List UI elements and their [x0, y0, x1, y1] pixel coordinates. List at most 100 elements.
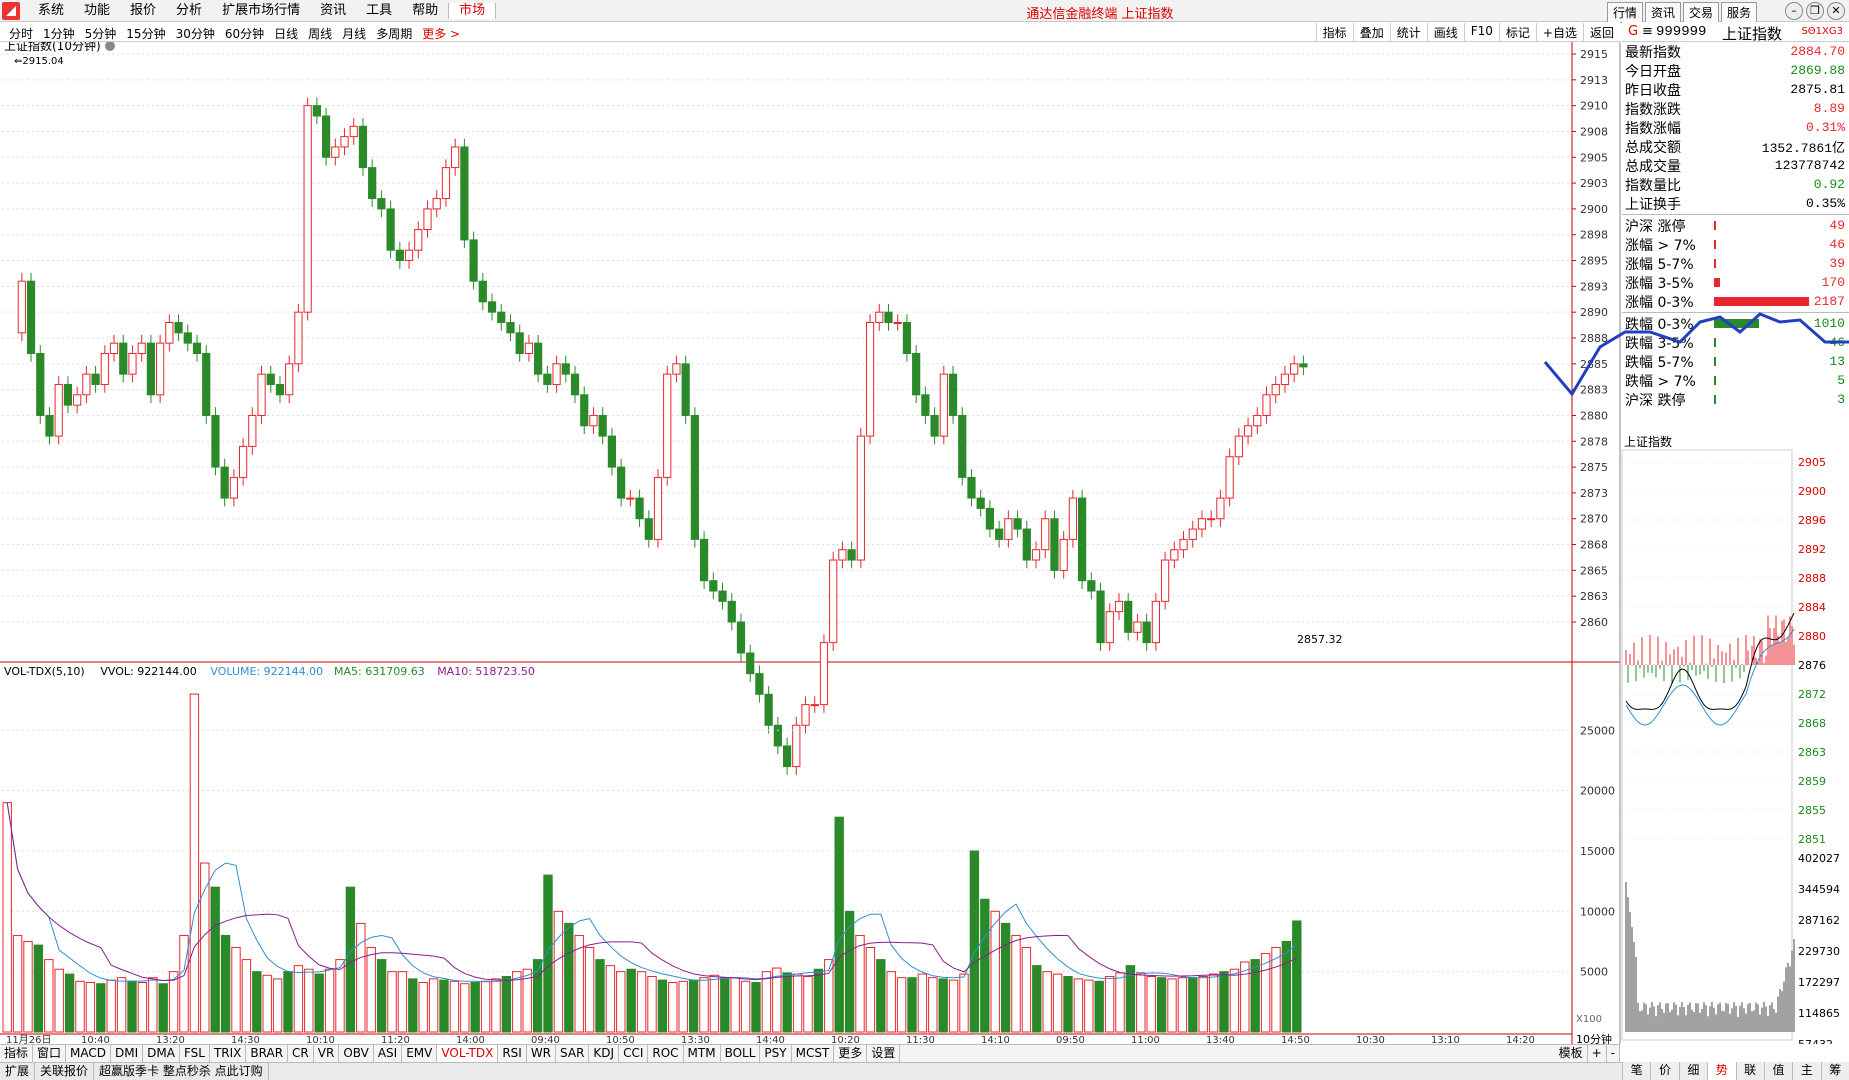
period-tab-8[interactable]: 月线: [337, 25, 371, 42]
right-tab-7[interactable]: 筹: [1820, 1062, 1849, 1080]
indicator-tab-11[interactable]: ASI: [374, 1045, 403, 1062]
period-tab-2[interactable]: 5分钟: [80, 25, 122, 42]
period-tab-7[interactable]: 周线: [303, 25, 337, 42]
template-button-2[interactable]: -: [1607, 1045, 1620, 1062]
indicator-tab-8[interactable]: CR: [288, 1045, 314, 1062]
right-tab-6[interactable]: 主: [1792, 1062, 1820, 1080]
volume-bar: [876, 959, 886, 1033]
period-tabs: 分时 1分钟 5分钟 15分钟 30分钟 60分钟 日线 周线 月线 多周期 更多 >: [4, 25, 465, 42]
volume-bar: [480, 980, 491, 1033]
indicator-tab-3[interactable]: DMI: [111, 1045, 144, 1062]
price-tick-label: 2898: [1580, 229, 1608, 242]
indicator-tab-25[interactable]: 设置: [867, 1045, 901, 1062]
status-item-1[interactable]: 关联报价: [35, 1063, 95, 1080]
volume-bar: [137, 982, 148, 1033]
indicator-tab-17[interactable]: KDJ: [589, 1045, 620, 1062]
volume-tick-label: 15000: [1580, 845, 1615, 858]
minimize-icon[interactable]: –: [1785, 2, 1803, 20]
right-tab-5[interactable]: 值: [1763, 1062, 1792, 1080]
period-toolbar: 分时 1分钟 5分钟 15分钟 30分钟 60分钟 日线 周线 月线 多周期 更多 > 指标 叠加 统计…: [0, 22, 1620, 42]
volume-bar: [449, 980, 460, 1033]
tool-button-3[interactable]: 画线: [1426, 23, 1464, 42]
indicator-tab-19[interactable]: ROC: [648, 1045, 684, 1062]
indicator-tab-7[interactable]: BRAR: [246, 1045, 289, 1062]
period-tab-1[interactable]: 1分钟: [38, 25, 80, 42]
indicator-tab-15[interactable]: WR: [527, 1045, 557, 1062]
candle-body: [386, 208, 395, 251]
indicator-tab-2[interactable]: MACD: [66, 1045, 112, 1062]
time-label: 13:40: [1206, 1035, 1235, 1044]
volume-bar: [1156, 977, 1167, 1033]
mini-price-label: 2859: [1798, 775, 1826, 788]
top-button-0[interactable]: 行情: [1606, 2, 1643, 23]
period-tab-6[interactable]: 日线: [269, 25, 303, 42]
indicator-tab-6[interactable]: TRIX: [210, 1045, 247, 1062]
indicator-tab-22[interactable]: PSY: [760, 1045, 792, 1062]
mini-price-label: 2855: [1798, 804, 1826, 817]
candle-body: [377, 198, 386, 210]
candle-body: [985, 507, 995, 530]
volume-tick-label: 10000: [1580, 905, 1615, 918]
indicator-tab-9[interactable]: VR: [314, 1045, 340, 1062]
indicator-tabs: 指标 窗口 MACD DMI DMA FSL TRIX BRAR CR VR OBV ASI EMV VO…: [0, 1044, 1620, 1062]
restore-icon[interactable]: ❐: [1806, 2, 1824, 20]
candle-body: [137, 342, 146, 354]
volume-bar: [616, 971, 626, 1033]
tool-button-2[interactable]: 统计: [1389, 23, 1427, 42]
right-tab-1[interactable]: 价: [1650, 1062, 1678, 1080]
period-tab-0[interactable]: 分时: [4, 25, 38, 42]
candle-body: [487, 301, 497, 313]
template-button-1[interactable]: +: [1588, 1045, 1607, 1062]
tool-button-4[interactable]: F10: [1463, 23, 1499, 42]
right-tab-4[interactable]: 联: [1735, 1062, 1764, 1080]
indicator-tab-5[interactable]: FSL: [180, 1045, 210, 1062]
template-button-0[interactable]: 模板: [1555, 1045, 1588, 1062]
period-tab-3[interactable]: 15分钟: [121, 25, 170, 42]
period-tab-5[interactable]: 60分钟: [220, 25, 269, 42]
volume-header-2: VOLUME: 922144.00: [210, 665, 323, 678]
top-button-1[interactable]: 资讯: [1644, 2, 1681, 23]
top-button-2[interactable]: 交易: [1682, 2, 1719, 23]
indicator-tab-4[interactable]: DMA: [143, 1045, 180, 1062]
status-item-2[interactable]: 超赢版季卡 整点秒杀 点此订购: [94, 1063, 269, 1080]
volume-bar: [813, 968, 824, 1033]
indicator-tab-14[interactable]: RSI: [498, 1045, 527, 1062]
tool-button-6[interactable]: +自选: [1535, 23, 1583, 42]
indicator-tab-10[interactable]: OBV: [339, 1045, 374, 1062]
tool-button-5[interactable]: 标记: [1498, 23, 1536, 42]
quote-name: 上证指数: [1722, 25, 1783, 43]
period-tab-4[interactable]: 30分钟: [171, 25, 220, 42]
candle-body: [1160, 559, 1170, 602]
indicator-tab-23[interactable]: MCST: [792, 1045, 835, 1062]
top-button-3[interactable]: 服务: [1720, 2, 1757, 23]
indicator-tab-20[interactable]: MTM: [684, 1045, 721, 1062]
volume-bar: [990, 910, 1000, 1033]
right-tab-0[interactable]: 笔: [1622, 1062, 1650, 1080]
indicator-tab-16[interactable]: SAR: [556, 1045, 590, 1062]
tool-button-7[interactable]: 返回: [1582, 23, 1620, 42]
close-icon[interactable]: ✕: [1827, 2, 1845, 20]
indicator-tab-18[interactable]: CCI: [619, 1045, 649, 1062]
right-tab-2[interactable]: 细: [1678, 1062, 1707, 1080]
indicator-tab-1[interactable]: 窗口: [33, 1045, 67, 1062]
status-item-0[interactable]: 扩展: [0, 1063, 36, 1080]
indicator-tab-21[interactable]: BOLL: [721, 1045, 761, 1062]
right-tab-3[interactable]: 势: [1707, 1062, 1736, 1080]
indicator-tab-13[interactable]: VOL-TDX: [437, 1045, 499, 1062]
time-label: 14:10: [981, 1035, 1010, 1044]
chart-area[interactable]: 2915 2913 2910 2908 2905 2903 2900 2898 2895 2893…: [0, 42, 1849, 1044]
tool-button-0[interactable]: 指标: [1315, 23, 1353, 42]
period-tab-9[interactable]: 多周期: [371, 25, 417, 42]
period-tab-10[interactable]: 更多 >: [417, 25, 465, 42]
volume-bar: [917, 973, 928, 1033]
candle-body: [331, 146, 340, 158]
volume-bar: [886, 971, 896, 1033]
volume-bar: [761, 971, 772, 1033]
volume-bar: [564, 922, 574, 1033]
indicator-tab-0[interactable]: 指标: [0, 1045, 34, 1062]
tool-button-1[interactable]: 叠加: [1352, 23, 1390, 42]
list-icon[interactable]: ≡: [1642, 24, 1653, 39]
indicator-tab-24[interactable]: 更多: [834, 1045, 868, 1062]
price-tick-label: 2895: [1580, 255, 1608, 268]
indicator-tab-12[interactable]: EMV: [402, 1045, 438, 1062]
